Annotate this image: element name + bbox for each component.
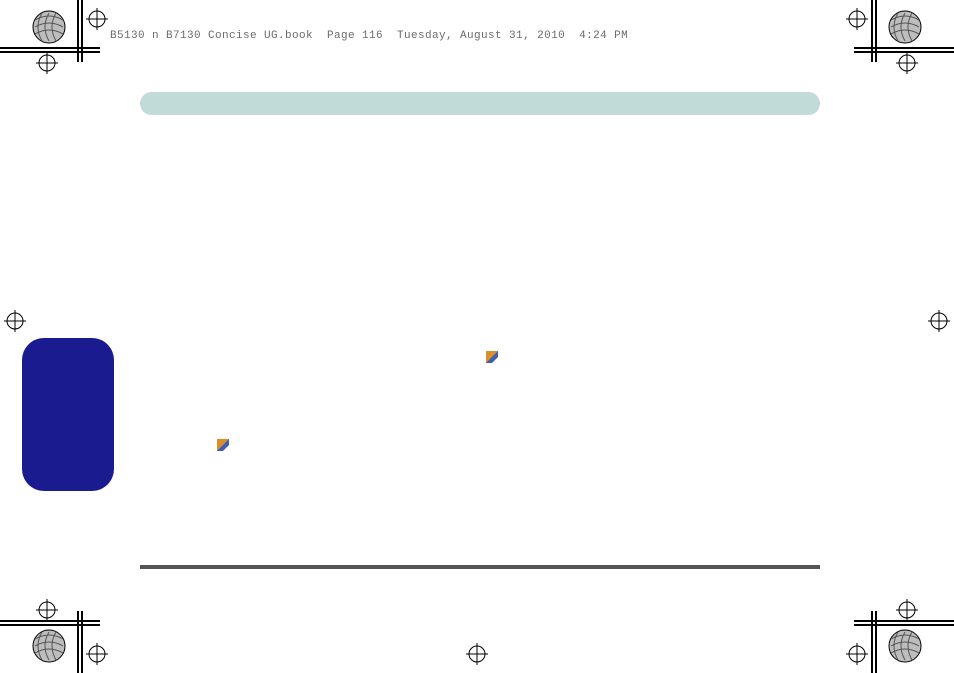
registration-mark-icon bbox=[846, 643, 868, 665]
page-curl-icon bbox=[217, 439, 229, 451]
registration-mark-icon bbox=[846, 8, 868, 30]
content-divider bbox=[140, 565, 820, 569]
registration-mark-icon bbox=[896, 52, 918, 74]
section-title-bar bbox=[140, 92, 820, 115]
registration-mark-icon bbox=[86, 643, 108, 665]
registration-mark-icon bbox=[466, 643, 488, 665]
registration-mark-icon bbox=[928, 310, 950, 332]
page-curl-icon bbox=[486, 351, 498, 363]
registration-mark-icon bbox=[4, 310, 26, 332]
registration-mark-icon bbox=[86, 8, 108, 30]
registration-mark-icon bbox=[896, 599, 918, 621]
registration-mark-icon bbox=[36, 52, 58, 74]
side-tab bbox=[22, 338, 114, 491]
print-header-text: B5130 n B7130 Concise UG.book Page 116 T… bbox=[110, 30, 628, 42]
registration-mark-icon bbox=[36, 599, 58, 621]
